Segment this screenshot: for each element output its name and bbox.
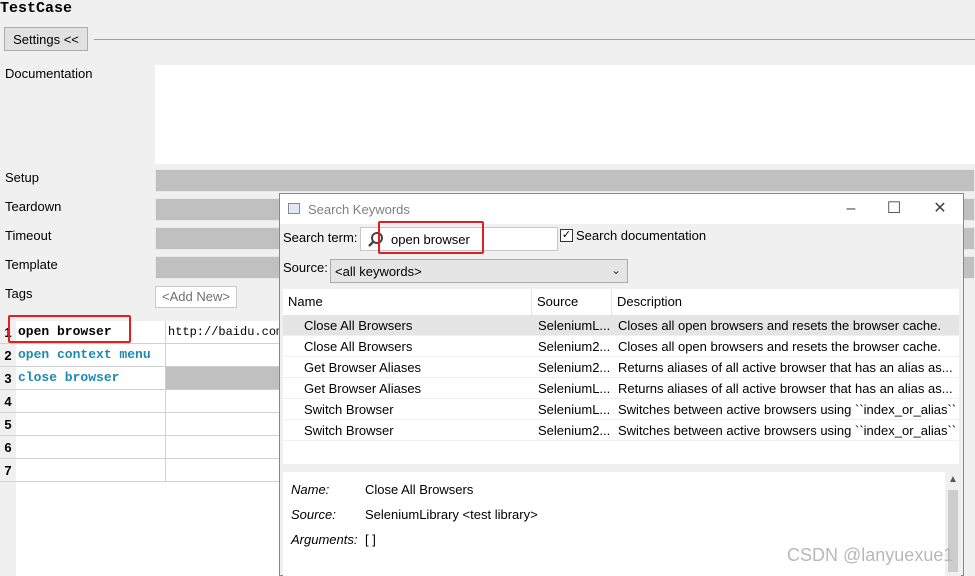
result-description: Switches between active browsers using `… xyxy=(618,423,956,438)
search-term-label: Search term: xyxy=(283,230,358,245)
table-row[interactable]: Switch Browser Selenium2... Switches bet… xyxy=(283,420,959,441)
keyword-cell-text: open context menu xyxy=(18,347,151,362)
grid-cell[interactable] xyxy=(166,344,280,367)
table-row[interactable]: Get Browser Aliases Selenium2... Returns… xyxy=(283,357,959,378)
search-documentation-checkbox[interactable]: ✓ xyxy=(560,229,573,242)
result-name: Get Browser Aliases xyxy=(304,360,422,375)
row-header[interactable]: 4 xyxy=(0,390,16,413)
grid-cell[interactable] xyxy=(16,459,166,482)
keyword-cell-text: close browser xyxy=(18,370,120,385)
row-header[interactable]: 3 xyxy=(0,367,16,390)
detail-source-value: SeleniumLibrary <test library> xyxy=(365,507,538,522)
table-row[interactable]: Close All Browsers SeleniumL... Closes a… xyxy=(283,315,959,336)
add-tag-button[interactable]: <Add New> xyxy=(155,286,237,308)
grid-cell[interactable] xyxy=(166,367,280,390)
result-source: SeleniumL... xyxy=(538,318,611,333)
highlight-box xyxy=(378,221,484,254)
result-name: Switch Browser xyxy=(304,402,394,417)
source-select-value: <all keywords> xyxy=(335,264,422,279)
highlight-box xyxy=(8,315,131,343)
row-header[interactable]: 5 xyxy=(0,413,16,436)
settings-toggle-button[interactable]: Settings << xyxy=(4,27,88,51)
grid-empty-area xyxy=(16,482,280,576)
setup-label: Setup xyxy=(5,170,39,185)
result-source: SeleniumL... xyxy=(538,402,611,417)
grid-cell[interactable] xyxy=(166,459,280,482)
result-description: Closes all open browsers and resets the … xyxy=(618,318,941,333)
grid-cell[interactable] xyxy=(16,413,166,436)
watermark: CSDN @lanyuexue1 xyxy=(787,545,954,565)
result-source: Selenium2... xyxy=(538,423,611,438)
close-icon[interactable]: ✕ xyxy=(930,199,950,219)
grid-cell[interactable] xyxy=(166,413,280,436)
detail-source-label: Source: xyxy=(291,507,336,522)
result-name: Close All Browsers xyxy=(304,339,413,354)
row-header[interactable]: 6 xyxy=(0,436,16,459)
result-source: Selenium2... xyxy=(538,339,611,354)
grid-cell[interactable] xyxy=(16,436,166,459)
detail-name-label: Name: xyxy=(291,482,330,497)
divider xyxy=(94,39,975,40)
table-row[interactable]: Switch Browser SeleniumL... Switches bet… xyxy=(283,399,959,420)
documentation-field[interactable] xyxy=(155,65,975,164)
grid-cell[interactable]: close browser xyxy=(16,367,166,390)
table-row[interactable]: Get Browser Aliases SeleniumL... Returns… xyxy=(283,378,959,399)
minimize-icon[interactable]: – xyxy=(841,199,861,219)
grid-cell[interactable] xyxy=(166,390,280,413)
documentation-label: Documentation xyxy=(5,66,93,81)
result-name: Close All Browsers xyxy=(304,318,413,333)
source-select[interactable]: <all keywords> ⌄ xyxy=(330,259,628,283)
result-description: Returns aliases of all active browser th… xyxy=(618,381,953,396)
result-source: Selenium2... xyxy=(538,360,611,375)
result-description: Switches between active browsers using `… xyxy=(618,402,956,417)
result-description: Returns aliases of all active browser th… xyxy=(618,360,953,375)
tags-label: Tags xyxy=(5,286,33,301)
column-header-name[interactable]: Name xyxy=(283,289,532,315)
dialog-title: Search Keywords xyxy=(308,202,410,217)
result-name: Get Browser Aliases xyxy=(304,381,422,396)
detail-arguments-label: Arguments: xyxy=(291,532,358,547)
chevron-down-icon: ⌄ xyxy=(611,263,622,277)
setup-field[interactable] xyxy=(155,169,975,192)
app-icon xyxy=(288,203,300,214)
dialog-titlebar: Search Keywords – ☐ ✕ xyxy=(280,194,963,224)
column-header-description[interactable]: Description xyxy=(612,289,959,315)
page-title: TestCase xyxy=(0,0,73,17)
source-label: Source: xyxy=(283,260,328,275)
scroll-up-icon[interactable]: ▲ xyxy=(948,474,958,485)
search-documentation-label: Search documentation xyxy=(576,228,707,243)
grid-cell[interactable] xyxy=(166,436,280,459)
column-header-source[interactable]: Source xyxy=(532,289,612,315)
template-label: Template xyxy=(5,257,58,272)
grid-cell[interactable]: http://baidu.com xyxy=(166,321,280,344)
result-description: Closes all open browsers and resets the … xyxy=(618,339,941,354)
maximize-icon[interactable]: ☐ xyxy=(884,199,904,219)
teardown-label: Teardown xyxy=(5,199,62,214)
detail-arguments-value: [ ] xyxy=(365,532,376,547)
search-keywords-dialog: Search Keywords – ☐ ✕ Search term: open … xyxy=(279,193,964,576)
detail-name-value: Close All Browsers xyxy=(365,482,474,497)
row-header[interactable]: 7 xyxy=(0,459,16,482)
argument-cell-text: http://baidu.com xyxy=(168,325,279,339)
table-row[interactable]: Close All Browsers Selenium2... Closes a… xyxy=(283,336,959,357)
row-header[interactable]: 2 xyxy=(0,344,16,367)
results-table: Name Source Description Close All Browse… xyxy=(283,289,959,464)
grid-cell[interactable]: open context menu xyxy=(16,344,166,367)
result-source: SeleniumL... xyxy=(538,381,611,396)
grid-cell[interactable] xyxy=(16,390,166,413)
result-name: Switch Browser xyxy=(304,423,394,438)
test-steps-grid: 1 open browser http://baidu.com 2 open c… xyxy=(0,321,280,576)
timeout-label: Timeout xyxy=(5,228,52,243)
